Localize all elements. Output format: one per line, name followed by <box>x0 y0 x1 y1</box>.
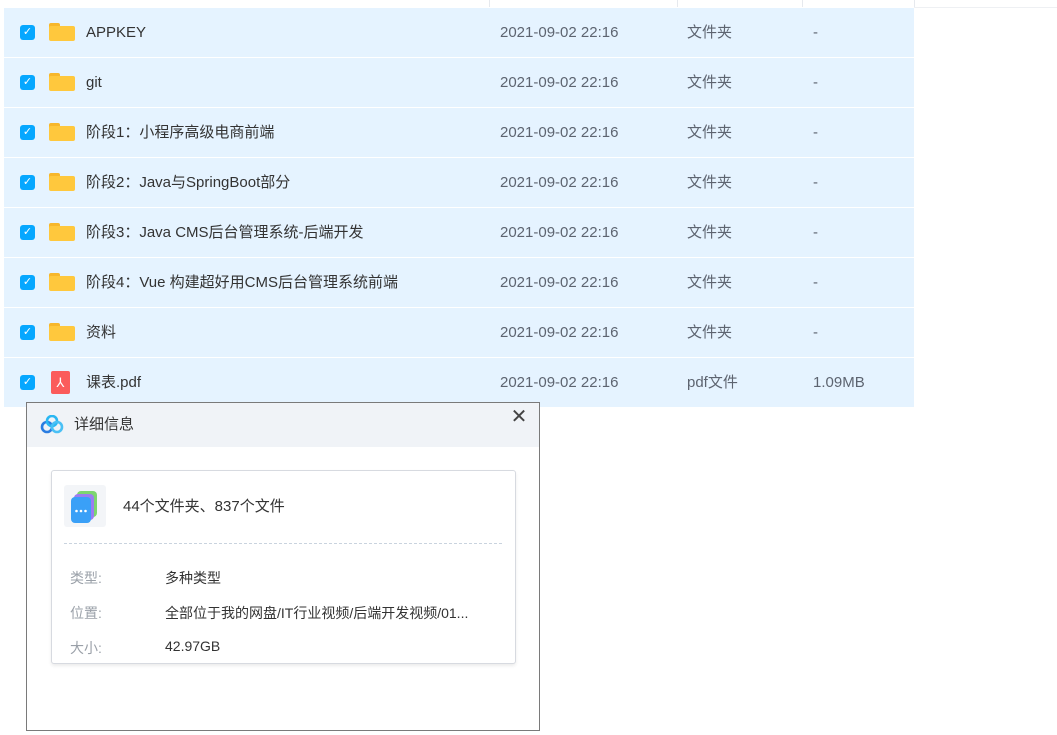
details-panel-title: 详细信息 <box>74 416 135 433</box>
file-date: 2021-09-02 22:16 <box>500 324 619 341</box>
location-value: 全部位于我的网盘/IT行业视频/后端开发视频/01... <box>165 605 469 621</box>
file-size: - <box>813 174 818 191</box>
file-name[interactable]: 阶段1：小程序高级电商前端 <box>86 108 274 157</box>
row-checkbox[interactable]: ✓ <box>20 225 35 240</box>
row-checkbox[interactable]: ✓ <box>20 375 35 390</box>
file-row[interactable]: ✓ ⅄ 课表.pdf 2021-09-02 22:16 pdf文件 1.09MB <box>4 358 914 407</box>
file-type: 文件夹 <box>687 74 733 91</box>
file-date: 2021-09-02 22:16 <box>500 124 619 141</box>
column-header-divider[interactable] <box>914 0 915 7</box>
file-row[interactable]: ✓ 阶段3：Java CMS后台管理系统-后端开发 2021-09-02 22:16… <box>4 208 914 257</box>
file-name[interactable]: APPKEY <box>86 8 146 57</box>
row-checkbox[interactable]: ✓ <box>20 175 35 190</box>
file-size: - <box>813 324 818 341</box>
file-size: - <box>813 274 818 291</box>
pdf-icon: ⅄ <box>51 371 70 394</box>
header-border <box>914 7 1057 8</box>
file-size: - <box>813 74 818 91</box>
close-icon[interactable]: ✕ <box>507 405 531 429</box>
size-value: 42.97GB <box>165 638 221 654</box>
divider <box>64 543 502 544</box>
file-type: 文件夹 <box>687 224 733 241</box>
file-row[interactable]: ✓ 资料 2021-09-02 22:16 文件夹 - <box>4 308 914 357</box>
file-manager: ✓ APPKEY 2021-09-02 22:16 文件夹 - ✓ git 2021-09-0… <box>0 0 1057 735</box>
file-date: 2021-09-02 22:16 <box>500 224 619 241</box>
folder-icon <box>49 273 75 291</box>
file-row[interactable]: ✓ git 2021-09-02 22:16 文件夹 - <box>4 58 914 107</box>
file-type: 文件夹 <box>687 24 733 41</box>
folder-icon <box>49 173 75 191</box>
file-type: pdf文件 <box>687 374 738 391</box>
row-checkbox[interactable]: ✓ <box>20 125 35 140</box>
file-row[interactable]: ✓ 阶段2：Java与SpringBoot部分 2021-09-02 22:16 文件… <box>4 158 914 207</box>
file-size: - <box>813 224 818 241</box>
file-name[interactable]: 资料 <box>86 308 116 357</box>
column-header-divider[interactable] <box>677 0 678 7</box>
folder-icon <box>49 23 75 41</box>
file-date: 2021-09-02 22:16 <box>500 374 619 391</box>
file-name[interactable]: 阶段4：Vue 构建超好用CMS后台管理系统前端 <box>86 258 398 307</box>
folder-icon <box>49 223 75 241</box>
type-value: 多种类型 <box>165 570 221 586</box>
column-header-divider[interactable] <box>489 0 490 7</box>
file-size: - <box>813 24 818 41</box>
multiple-files-icon <box>64 485 106 527</box>
file-type: 文件夹 <box>687 324 733 341</box>
row-checkbox[interactable]: ✓ <box>20 75 35 90</box>
file-row[interactable]: ✓ 阶段1：小程序高级电商前端 2021-09-02 22:16 文件夹 - <box>4 108 914 157</box>
row-checkbox[interactable]: ✓ <box>20 275 35 290</box>
type-label: 类型: <box>70 570 102 586</box>
size-label: 大小: <box>70 640 102 656</box>
file-date: 2021-09-02 22:16 <box>500 174 619 191</box>
folder-icon <box>49 73 75 91</box>
file-name[interactable]: 阶段2：Java与SpringBoot部分 <box>86 158 290 207</box>
row-checkbox[interactable]: ✓ <box>20 325 35 340</box>
folder-icon <box>49 323 75 341</box>
folder-icon <box>49 123 75 141</box>
file-type: 文件夹 <box>687 124 733 141</box>
details-card: 44个文件夹、837个文件 类型: 多种类型 位置: 全部位于我的网盘/IT行业… <box>51 470 516 664</box>
file-date: 2021-09-02 22:16 <box>500 74 619 91</box>
file-row[interactable]: ✓ APPKEY 2021-09-02 22:16 文件夹 - <box>4 8 914 57</box>
file-name[interactable]: git <box>86 58 102 107</box>
file-name[interactable]: 课表.pdf <box>86 358 141 407</box>
file-name[interactable]: 阶段3：Java CMS后台管理系统-后端开发 <box>86 208 364 257</box>
location-label: 位置: <box>70 605 102 621</box>
file-type: 文件夹 <box>687 174 733 191</box>
row-checkbox[interactable]: ✓ <box>20 25 35 40</box>
file-size: - <box>813 124 818 141</box>
column-header-divider[interactable] <box>802 0 803 7</box>
file-size: 1.09MB <box>813 374 865 391</box>
file-row[interactable]: ✓ 阶段4：Vue 构建超好用CMS后台管理系统前端 2021-09-02 22:1… <box>4 258 914 307</box>
details-panel-header: 详细信息 ✕ <box>27 403 539 447</box>
file-type: 文件夹 <box>687 274 733 291</box>
file-date: 2021-09-02 22:16 <box>500 24 619 41</box>
selection-summary: 44个文件夹、837个文件 <box>123 498 285 515</box>
file-list: ✓ APPKEY 2021-09-02 22:16 文件夹 - ✓ git 2021-09-0… <box>4 8 914 408</box>
details-panel: 详细信息 ✕ 44个文件夹、837个文件 类型: 多种类型 位置: 全部位于我的… <box>26 402 540 731</box>
file-date: 2021-09-02 22:16 <box>500 274 619 291</box>
baidu-netdisk-logo-icon <box>40 415 64 434</box>
